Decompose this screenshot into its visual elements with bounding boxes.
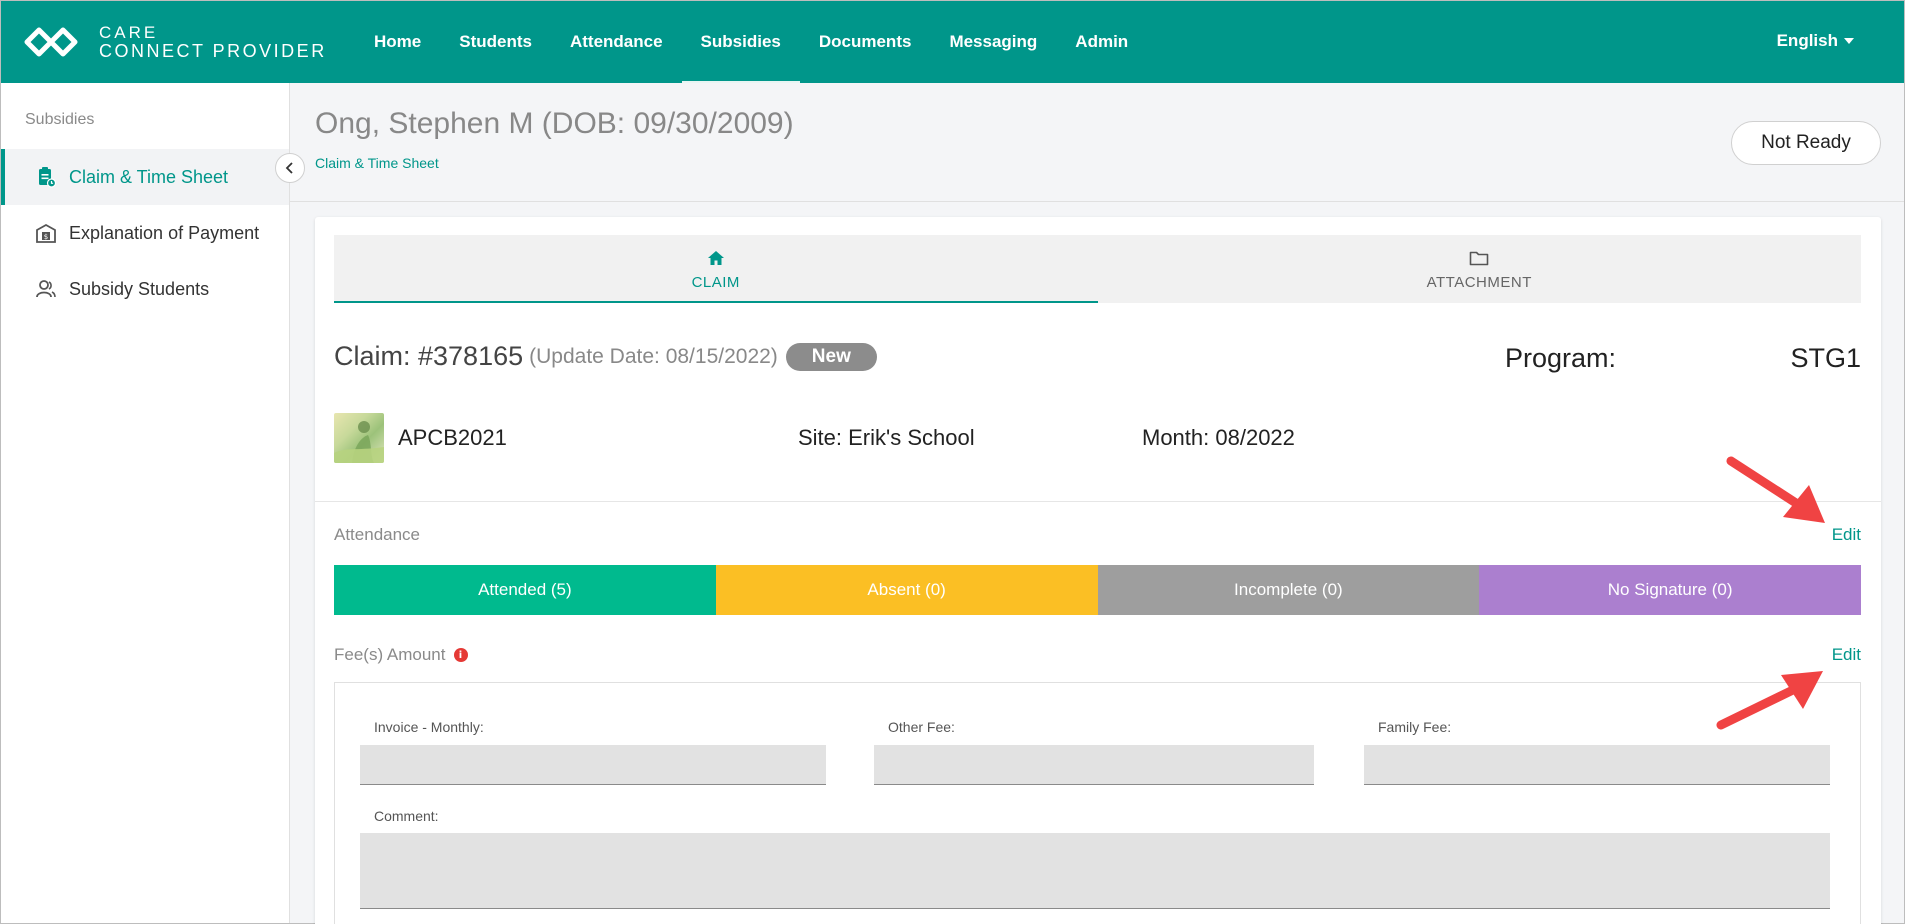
family-fee-label: Family Fee:: [1378, 719, 1452, 735]
other-fee-field[interactable]: [874, 745, 1314, 785]
claim-header: Claim: #378165 (Update Date: 08/15/2022)…: [334, 341, 877, 372]
tab-label: ATTACHMENT: [1426, 273, 1532, 291]
tab-attachment[interactable]: ATTACHMENT: [1098, 235, 1862, 303]
sidebar-item-subsidy-students[interactable]: Subsidy Students: [1, 261, 289, 317]
other-fee-label: Other Fee:: [888, 719, 955, 735]
tab-bar: CLAIM ATTACHMENT: [334, 235, 1861, 303]
attended-segment[interactable]: Attended (5): [334, 565, 716, 615]
language-dropdown[interactable]: English: [1777, 31, 1854, 51]
sidebar-item-explanation-of-payment[interactable]: $ Explanation of Payment: [1, 205, 289, 261]
logo-text: CARE CONNECT PROVIDER: [99, 23, 327, 61]
nav-messaging[interactable]: Messaging: [930, 1, 1056, 83]
no-signature-segment[interactable]: No Signature (0): [1479, 565, 1861, 615]
sidebar-item-claim-time-sheet[interactable]: Claim & Time Sheet: [1, 149, 289, 205]
claim-number: Claim: #378165: [334, 341, 524, 371]
sidebar-collapse-button[interactable]: [275, 153, 305, 183]
top-navbar: CARE CONNECT PROVIDER Home Students Atte…: [1, 1, 1904, 83]
svg-text:$: $: [44, 233, 48, 241]
nav-students[interactable]: Students: [440, 1, 551, 83]
family-fee-field[interactable]: [1364, 745, 1830, 785]
attendance-edit-link[interactable]: Edit: [1832, 525, 1861, 545]
nav-home[interactable]: Home: [355, 1, 440, 83]
users-icon: [35, 278, 57, 300]
caret-down-icon: [1844, 38, 1854, 44]
header-divider: [290, 201, 1904, 202]
section-divider: [315, 501, 1881, 502]
attendance-label-text: Attendance: [334, 525, 421, 544]
annotation-arrow-icon: [1726, 456, 1825, 523]
fees-label-text: Fee(s) Amount: [334, 645, 446, 664]
folder-icon: [1469, 248, 1489, 268]
program-label: Program:: [1505, 343, 1617, 373]
nav-admin[interactable]: Admin: [1056, 1, 1147, 83]
logo-line-1: CARE: [99, 23, 159, 42]
clipboard-icon: [35, 166, 57, 188]
sidebar-item-label: Explanation of Payment: [69, 222, 260, 243]
program-value: STG1: [1790, 343, 1861, 373]
absent-segment[interactable]: Absent (0): [715, 565, 1098, 615]
claim-month: Month: 08/2022: [1142, 425, 1295, 450]
invoice-monthly-label: Invoice - Monthly:: [374, 719, 484, 735]
fees-edit-link[interactable]: Edit: [1832, 645, 1861, 665]
comment-label: Comment:: [374, 808, 439, 824]
language-label: English: [1776, 31, 1838, 50]
claim-info-row: APCB2021 Site: Erik's School Month: 08/2…: [334, 413, 1861, 465]
sidebar-item-label: Subsidy Students: [69, 278, 210, 299]
attendance-summary-bar: Attended (5) Absent (0) Incomplete (0) N…: [334, 565, 1861, 615]
nav-attendance[interactable]: Attendance: [551, 1, 682, 83]
invoice-monthly-field[interactable]: [360, 745, 826, 785]
tab-claim[interactable]: CLAIM: [334, 235, 1098, 303]
info-icon[interactable]: i: [453, 648, 468, 662]
comment-field[interactable]: [360, 833, 1830, 909]
avatar: [334, 413, 384, 463]
chevron-left-icon: [285, 162, 293, 174]
annotation-arrow-icon: [1716, 671, 1823, 730]
main-nav: Home Students Attendance Subsidies Docum…: [355, 1, 1147, 83]
fees-form: Invoice - Monthly: Other Fee: Family Fee…: [334, 682, 1861, 924]
building-money-icon: $: [35, 222, 57, 244]
logo-infinity-icon: [24, 27, 78, 57]
incomplete-segment[interactable]: Incomplete (0): [1097, 565, 1480, 615]
attendance-label: Attendance: [334, 525, 420, 545]
nav-subsidies[interactable]: Subsidies: [681, 1, 801, 83]
page-title: Ong, Stephen M (DOB: 09/30/2009): [315, 107, 794, 140]
fees-label: Fee(s) Amount i: [334, 645, 468, 665]
sidebar-title: Subsidies: [25, 111, 95, 128]
logo-line-2: CONNECT PROVIDER: [99, 41, 327, 61]
nav-documents[interactable]: Documents: [800, 1, 931, 83]
student-code: APCB2021: [398, 425, 507, 450]
logo[interactable]: CARE CONNECT PROVIDER: [21, 24, 331, 60]
site-name: Site: Erik's School: [798, 425, 975, 450]
status-badge: New: [785, 342, 877, 371]
sidebar: Subsidies Claim & Time Sheet $ Explanati…: [1, 83, 290, 923]
home-icon: [707, 248, 725, 268]
claim-update-date: (Update Date: 08/15/2022): [529, 344, 778, 368]
sidebar-item-label: Claim & Time Sheet: [69, 166, 229, 187]
claim-card: CLAIM ATTACHMENT Claim: #378165 (Update …: [315, 217, 1881, 924]
breadcrumb[interactable]: Claim & Time Sheet: [315, 155, 439, 171]
status-button[interactable]: Not Ready: [1731, 121, 1881, 165]
tab-label: CLAIM: [691, 273, 740, 291]
